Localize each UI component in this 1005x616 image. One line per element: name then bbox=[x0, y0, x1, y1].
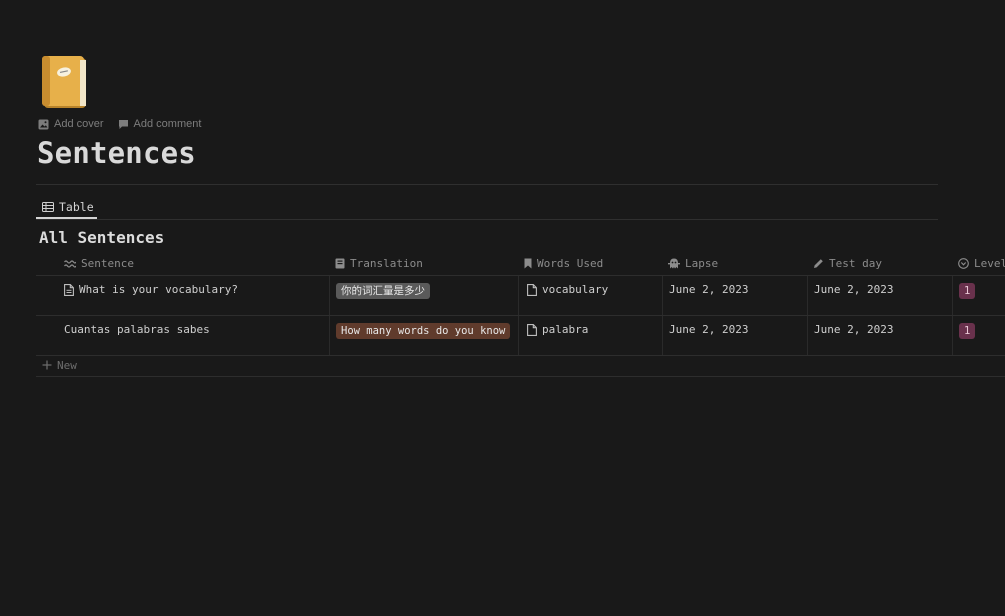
divider bbox=[36, 184, 938, 185]
column-header-label: Translation bbox=[350, 257, 423, 270]
lapse-date: June 2, 2023 bbox=[669, 283, 749, 296]
ghost-icon bbox=[668, 258, 680, 269]
words-used-cell[interactable]: palabra bbox=[518, 316, 662, 355]
words-used-link[interactable]: palabra bbox=[542, 323, 588, 336]
column-header-label: Words Used bbox=[537, 257, 604, 270]
page-title[interactable]: Sentences bbox=[37, 136, 196, 170]
sentence-text: What is your vocabulary? bbox=[79, 283, 238, 296]
image-icon bbox=[38, 119, 49, 130]
level-tag: 1 bbox=[959, 283, 976, 299]
level-cell[interactable]: 1 bbox=[952, 276, 1005, 315]
new-row-button[interactable]: New bbox=[36, 354, 1005, 377]
waves-icon bbox=[60, 259, 76, 269]
test-day-date: June 2, 2023 bbox=[814, 283, 894, 296]
column-header-level[interactable]: Level bbox=[952, 252, 1005, 275]
notebook-icon[interactable] bbox=[40, 52, 92, 112]
add-comment-button[interactable]: Add comment bbox=[118, 118, 202, 130]
database-title[interactable]: All Sentences bbox=[39, 228, 164, 247]
bookmark-icon bbox=[524, 258, 532, 269]
book-icon bbox=[335, 258, 345, 269]
table-row[interactable]: Cuantas palabras sabes How many words do… bbox=[36, 316, 1005, 356]
page-icon bbox=[64, 283, 74, 296]
page-icon bbox=[527, 323, 537, 336]
column-header-test-day[interactable]: Test day bbox=[807, 252, 952, 275]
add-cover-button[interactable]: Add cover bbox=[38, 118, 104, 130]
translation-tag: How many words do you know bbox=[336, 323, 511, 339]
table-icon bbox=[42, 202, 54, 212]
words-used-cell[interactable]: vocabulary bbox=[518, 276, 662, 315]
lapse-cell[interactable]: June 2, 2023 bbox=[662, 276, 807, 315]
column-header-words-used[interactable]: Words Used bbox=[518, 252, 662, 275]
sentence-text: Cuantas palabras sabes bbox=[64, 323, 210, 336]
pencil-icon bbox=[813, 258, 824, 269]
table-row[interactable]: What is your vocabulary? 你的词汇量是多少 vocabu… bbox=[36, 276, 1005, 316]
column-header-sentence[interactable]: Sentence bbox=[54, 252, 329, 275]
translation-cell[interactable]: 你的词汇量是多少 bbox=[329, 276, 518, 315]
words-used-link[interactable]: vocabulary bbox=[542, 283, 608, 296]
database-table: Sentence Translation Words Used Lapse Te… bbox=[36, 252, 1005, 356]
level-cell[interactable]: 1 bbox=[952, 316, 1005, 355]
add-cover-label: Add cover bbox=[54, 118, 104, 130]
column-header-label: Lapse bbox=[685, 257, 719, 270]
column-header-label: Sentence bbox=[81, 257, 134, 270]
test-day-cell[interactable]: June 2, 2023 bbox=[807, 316, 952, 355]
circle-chevron-icon bbox=[958, 258, 969, 269]
add-comment-label: Add comment bbox=[133, 118, 202, 130]
column-header-label: Level bbox=[974, 257, 1005, 270]
test-day-date: June 2, 2023 bbox=[814, 323, 894, 336]
sentence-cell[interactable]: What is your vocabulary? bbox=[54, 276, 329, 315]
test-day-cell[interactable]: June 2, 2023 bbox=[807, 276, 952, 315]
page-icon bbox=[527, 283, 537, 296]
plus-icon bbox=[42, 360, 52, 370]
lapse-cell[interactable]: June 2, 2023 bbox=[662, 316, 807, 355]
translation-tag: 你的词汇量是多少 bbox=[336, 283, 430, 299]
column-header-lapse[interactable]: Lapse bbox=[662, 252, 807, 275]
comment-icon bbox=[118, 119, 129, 130]
column-header-label: Test day bbox=[829, 257, 882, 270]
tab-table-label: Table bbox=[59, 200, 94, 214]
new-row-label: New bbox=[57, 358, 77, 372]
divider bbox=[36, 219, 938, 220]
level-tag: 1 bbox=[959, 323, 976, 339]
translation-cell[interactable]: How many words do you know bbox=[329, 316, 518, 355]
lapse-date: June 2, 2023 bbox=[669, 323, 749, 336]
table-header-row: Sentence Translation Words Used Lapse Te… bbox=[36, 252, 1005, 276]
sentence-cell[interactable]: Cuantas palabras sabes bbox=[54, 316, 329, 355]
tab-table[interactable]: Table bbox=[36, 195, 100, 219]
column-header-translation[interactable]: Translation bbox=[329, 252, 518, 275]
